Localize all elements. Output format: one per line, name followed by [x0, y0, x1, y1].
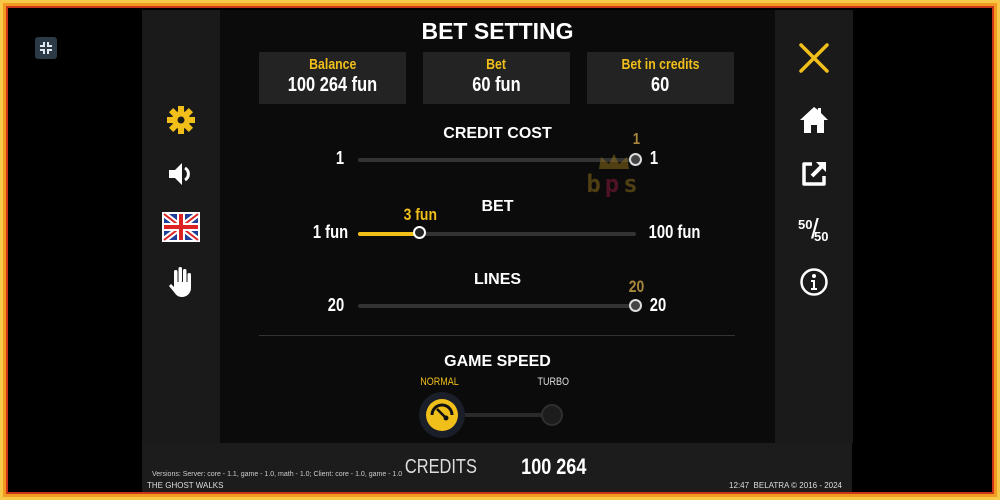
lines-slider[interactable] — [358, 304, 636, 308]
copyright: BELATRA © 2016 - 2024 — [753, 481, 842, 490]
info-icon — [800, 268, 828, 296]
lines-max: 20 — [649, 295, 667, 315]
credit-cost-min: 1 — [335, 148, 345, 168]
external-link-icon — [802, 162, 826, 186]
bet-current: 3 fun — [403, 205, 437, 224]
speed-turbo-label[interactable]: TURBO — [537, 376, 569, 388]
credits-label: CREDITS — [404, 456, 477, 478]
collapse-icon — [40, 42, 52, 54]
credit-cost-heading: CREDIT COST — [443, 125, 552, 142]
lines-heading: LINES — [473, 271, 522, 288]
autoplay-stop-button[interactable] — [161, 264, 201, 300]
left-sidebar — [142, 10, 220, 443]
credit-cost-current: 1 — [632, 131, 640, 148]
balance-label: Balance — [308, 56, 357, 73]
speed-normal-label[interactable]: NORMAL — [421, 376, 460, 388]
settings-button[interactable] — [161, 102, 201, 138]
clock: 12:47 — [729, 481, 750, 490]
bet-label: Bet — [486, 56, 507, 73]
credit-cost-max: 1 — [649, 148, 659, 168]
bet-heading: BET — [481, 198, 514, 215]
page-title: BET SETTING — [421, 18, 574, 44]
sound-icon — [169, 163, 190, 185]
speed-turbo-knob[interactable] — [541, 404, 563, 426]
home-icon — [800, 107, 828, 133]
exit-fullscreen-button[interactable] — [35, 37, 57, 59]
speedometer-icon — [426, 399, 458, 431]
speed-toggle-track[interactable] — [450, 413, 550, 417]
bps-watermark-logo: bps — [578, 153, 650, 203]
credits-value: 100 264 — [521, 454, 587, 479]
game-screen: BET SETTING Balance 100 264 fun Bet 60 fun… — [8, 8, 992, 492]
crown-icon — [599, 154, 629, 169]
info-button[interactable] — [794, 264, 834, 300]
footer-right: 12:47 BELATRA © 2016 - 2024 — [729, 481, 842, 490]
game-name: THE GHOST WALKS — [147, 481, 224, 490]
bet-max: 100 fun — [649, 222, 701, 242]
fifty-bottom: 50 — [814, 229, 829, 244]
bet-credits-label: Bet in credits — [621, 56, 700, 73]
bet-knob[interactable] — [413, 226, 426, 239]
open-external-button[interactable] — [794, 156, 834, 192]
gear-icon — [166, 105, 196, 135]
bet-value: 60 fun — [472, 74, 521, 96]
lines-min: 20 — [327, 295, 345, 315]
language-button[interactable] — [161, 210, 201, 244]
sound-button[interactable] — [161, 156, 201, 192]
close-button[interactable] — [794, 38, 834, 78]
fifty-fifty-icon: 50 / 50 — [798, 213, 829, 244]
bet-credits-box: Bet in credits 60 — [587, 52, 734, 104]
balance-box: Balance 100 264 fun — [259, 52, 406, 104]
game-speed-heading: GAME SPEED — [444, 353, 551, 370]
hand-icon — [169, 267, 191, 297]
lines-current: 20 — [628, 277, 644, 296]
right-sidebar: 50 / 50 — [775, 10, 853, 443]
close-icon — [799, 43, 829, 73]
bet-box: Bet 60 fun — [423, 52, 570, 104]
fifty-fifty-button[interactable]: 50 / 50 — [794, 212, 834, 248]
versions-text: Versions: Server: core - 1.1, game - 1.0… — [152, 471, 403, 478]
home-button[interactable] — [794, 102, 834, 138]
bet-min: 1 fun — [312, 222, 348, 242]
footer-bar: Versions: Server: core - 1.1, game - 1.0… — [142, 443, 852, 492]
balance-value: 100 264 fun — [287, 74, 378, 96]
uk-flag-icon — [162, 212, 200, 242]
bet-slider-fill — [358, 232, 420, 236]
bet-setting-panel: BET SETTING Balance 100 264 fun Bet 60 fun… — [220, 10, 775, 443]
speed-normal-knob[interactable] — [419, 392, 465, 438]
bet-credits-value: 60 — [651, 74, 670, 96]
divider — [259, 335, 735, 336]
